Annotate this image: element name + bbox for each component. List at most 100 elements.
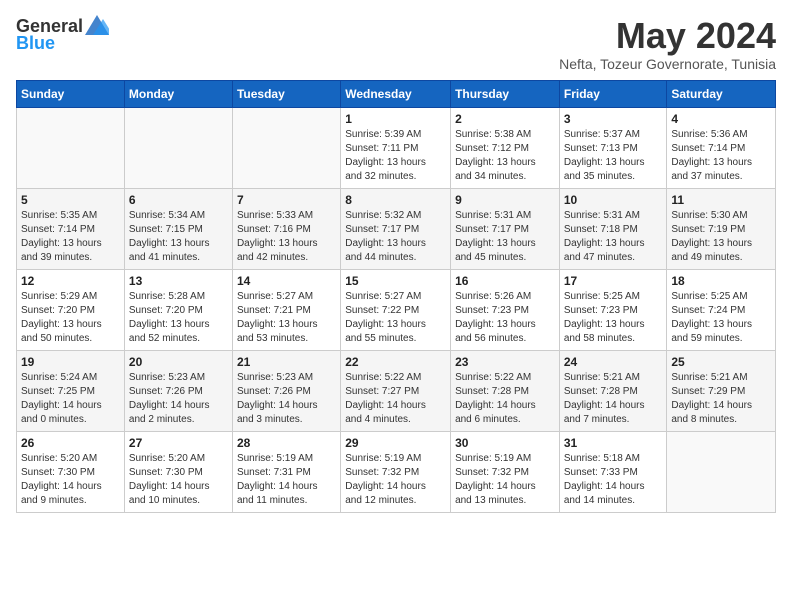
day-info: Sunrise: 5:38 AMSunset: 7:12 PMDaylight:… xyxy=(455,128,555,184)
day-info: Sunrise: 5:34 AMSunset: 7:15 PMDaylight:… xyxy=(129,209,228,265)
day-info: Sunrise: 5:26 AMSunset: 7:23 PMDaylight:… xyxy=(455,290,555,346)
day-number: 2 xyxy=(455,112,555,126)
weekday-header: Thursday xyxy=(451,80,560,107)
day-info: Sunrise: 5:27 AMSunset: 7:21 PMDaylight:… xyxy=(237,290,336,346)
calendar-cell: 23 Sunrise: 5:22 AMSunset: 7:28 PMDayligh… xyxy=(451,350,560,431)
calendar-cell: 16 Sunrise: 5:26 AMSunset: 7:23 PMDayligh… xyxy=(451,269,560,350)
day-info: Sunrise: 5:19 AMSunset: 7:31 PMDaylight:… xyxy=(237,452,336,508)
day-info: Sunrise: 5:21 AMSunset: 7:28 PMDaylight:… xyxy=(564,371,663,427)
page-header: General Blue May 2024 Nefta, Tozeur Gove… xyxy=(16,16,776,72)
day-info: Sunrise: 5:22 AMSunset: 7:27 PMDaylight:… xyxy=(345,371,446,427)
weekday-header: Sunday xyxy=(17,80,125,107)
day-info: Sunrise: 5:27 AMSunset: 7:22 PMDaylight:… xyxy=(345,290,446,346)
calendar-cell: 21 Sunrise: 5:23 AMSunset: 7:26 PMDayligh… xyxy=(232,350,340,431)
day-info: Sunrise: 5:30 AMSunset: 7:19 PMDaylight:… xyxy=(671,209,771,265)
calendar-cell: 2 Sunrise: 5:38 AMSunset: 7:12 PMDaylight… xyxy=(451,107,560,188)
calendar-cell: 1Sunrise: 5:39 AMSunset: 7:11 PMDaylight… xyxy=(341,107,451,188)
day-number: 25 xyxy=(671,355,771,369)
day-info: Sunrise: 5:25 AMSunset: 7:24 PMDaylight:… xyxy=(671,290,771,346)
calendar-cell: 12 Sunrise: 5:29 AMSunset: 7:20 PMDayligh… xyxy=(17,269,125,350)
day-info: Sunrise: 5:35 AMSunset: 7:14 PMDaylight:… xyxy=(21,209,120,265)
day-number: 6 xyxy=(129,193,228,207)
calendar-cell xyxy=(232,107,340,188)
day-number: 24 xyxy=(564,355,663,369)
day-number: 20 xyxy=(129,355,228,369)
day-number: 5 xyxy=(21,193,120,207)
day-info: Sunrise: 5:31 AMSunset: 7:18 PMDaylight:… xyxy=(564,209,663,265)
day-number: 8 xyxy=(345,193,446,207)
weekday-header: Saturday xyxy=(667,80,776,107)
calendar-cell: 18 Sunrise: 5:25 AMSunset: 7:24 PMDayligh… xyxy=(667,269,776,350)
calendar-cell: 31 Sunrise: 5:18 AMSunset: 7:33 PMDayligh… xyxy=(559,431,667,512)
weekday-header: Friday xyxy=(559,80,667,107)
calendar-cell: 8 Sunrise: 5:32 AMSunset: 7:17 PMDaylight… xyxy=(341,188,451,269)
calendar-cell xyxy=(124,107,232,188)
calendar-cell: 15 Sunrise: 5:27 AMSunset: 7:22 PMDayligh… xyxy=(341,269,451,350)
day-number: 21 xyxy=(237,355,336,369)
calendar-cell: 22 Sunrise: 5:22 AMSunset: 7:27 PMDayligh… xyxy=(341,350,451,431)
day-info: Sunrise: 5:37 AMSunset: 7:13 PMDaylight:… xyxy=(564,128,663,184)
calendar-cell: 3 Sunrise: 5:37 AMSunset: 7:13 PMDaylight… xyxy=(559,107,667,188)
logo: General Blue xyxy=(16,16,109,54)
calendar-cell: 11 Sunrise: 5:30 AMSunset: 7:19 PMDayligh… xyxy=(667,188,776,269)
day-number: 29 xyxy=(345,436,446,450)
page-location: Nefta, Tozeur Governorate, Tunisia xyxy=(559,56,776,72)
calendar-cell: 28 Sunrise: 5:19 AMSunset: 7:31 PMDayligh… xyxy=(232,431,340,512)
day-number: 9 xyxy=(455,193,555,207)
calendar-cell xyxy=(17,107,125,188)
calendar-cell: 29Sunrise: 5:19 AMSunset: 7:32 PMDayligh… xyxy=(341,431,451,512)
day-number: 30 xyxy=(455,436,555,450)
title-block: May 2024 Nefta, Tozeur Governorate, Tuni… xyxy=(559,16,776,72)
day-info: Sunrise: 5:22 AMSunset: 7:28 PMDaylight:… xyxy=(455,371,555,427)
day-number: 22 xyxy=(345,355,446,369)
day-number: 31 xyxy=(564,436,663,450)
calendar-cell: 13 Sunrise: 5:28 AMSunset: 7:20 PMDayligh… xyxy=(124,269,232,350)
weekday-header: Wednesday xyxy=(341,80,451,107)
calendar-cell: 24 Sunrise: 5:21 AMSunset: 7:28 PMDayligh… xyxy=(559,350,667,431)
calendar-cell: 5 Sunrise: 5:35 AMSunset: 7:14 PMDaylight… xyxy=(17,188,125,269)
day-number: 14 xyxy=(237,274,336,288)
logo-blue: Blue xyxy=(16,33,55,54)
day-number: 15 xyxy=(345,274,446,288)
day-number: 18 xyxy=(671,274,771,288)
day-info: Sunrise: 5:24 AMSunset: 7:25 PMDaylight:… xyxy=(21,371,120,427)
day-number: 3 xyxy=(564,112,663,126)
day-number: 12 xyxy=(21,274,120,288)
day-info: Sunrise: 5:32 AMSunset: 7:17 PMDaylight:… xyxy=(345,209,446,265)
logo-icon xyxy=(85,15,109,35)
day-number: 28 xyxy=(237,436,336,450)
day-info: Sunrise: 5:29 AMSunset: 7:20 PMDaylight:… xyxy=(21,290,120,346)
day-number: 16 xyxy=(455,274,555,288)
day-number: 10 xyxy=(564,193,663,207)
day-number: 4 xyxy=(671,112,771,126)
day-number: 1 xyxy=(345,112,446,126)
calendar-cell: 7Sunrise: 5:33 AMSunset: 7:16 PMDaylight… xyxy=(232,188,340,269)
day-number: 11 xyxy=(671,193,771,207)
day-number: 27 xyxy=(129,436,228,450)
calendar-cell: 14 Sunrise: 5:27 AMSunset: 7:21 PMDayligh… xyxy=(232,269,340,350)
day-info: Sunrise: 5:20 AMSunset: 7:30 PMDaylight:… xyxy=(129,452,228,508)
day-number: 13 xyxy=(129,274,228,288)
calendar-table: SundayMondayTuesdayWednesdayThursdayFrid… xyxy=(16,80,776,513)
day-number: 19 xyxy=(21,355,120,369)
calendar-cell: 6 Sunrise: 5:34 AMSunset: 7:15 PMDaylight… xyxy=(124,188,232,269)
calendar-cell xyxy=(667,431,776,512)
calendar-cell: 9Sunrise: 5:31 AMSunset: 7:17 PMDaylight… xyxy=(451,188,560,269)
calendar-cell: 10 Sunrise: 5:31 AMSunset: 7:18 PMDayligh… xyxy=(559,188,667,269)
day-number: 23 xyxy=(455,355,555,369)
calendar-cell: 17Sunrise: 5:25 AMSunset: 7:23 PMDayligh… xyxy=(559,269,667,350)
calendar-cell: 25 Sunrise: 5:21 AMSunset: 7:29 PMDayligh… xyxy=(667,350,776,431)
page-title: May 2024 xyxy=(559,16,776,56)
calendar-cell: 26Sunrise: 5:20 AMSunset: 7:30 PMDayligh… xyxy=(17,431,125,512)
day-number: 7 xyxy=(237,193,336,207)
day-info: Sunrise: 5:28 AMSunset: 7:20 PMDaylight:… xyxy=(129,290,228,346)
day-info: Sunrise: 5:23 AMSunset: 7:26 PMDaylight:… xyxy=(237,371,336,427)
day-info: Sunrise: 5:18 AMSunset: 7:33 PMDaylight:… xyxy=(564,452,663,508)
weekday-header: Tuesday xyxy=(232,80,340,107)
day-info: Sunrise: 5:19 AMSunset: 7:32 PMDaylight:… xyxy=(455,452,555,508)
day-info: Sunrise: 5:23 AMSunset: 7:26 PMDaylight:… xyxy=(129,371,228,427)
day-info: Sunrise: 5:21 AMSunset: 7:29 PMDaylight:… xyxy=(671,371,771,427)
weekday-header: Monday xyxy=(124,80,232,107)
day-info: Sunrise: 5:36 AMSunset: 7:14 PMDaylight:… xyxy=(671,128,771,184)
day-number: 26 xyxy=(21,436,120,450)
